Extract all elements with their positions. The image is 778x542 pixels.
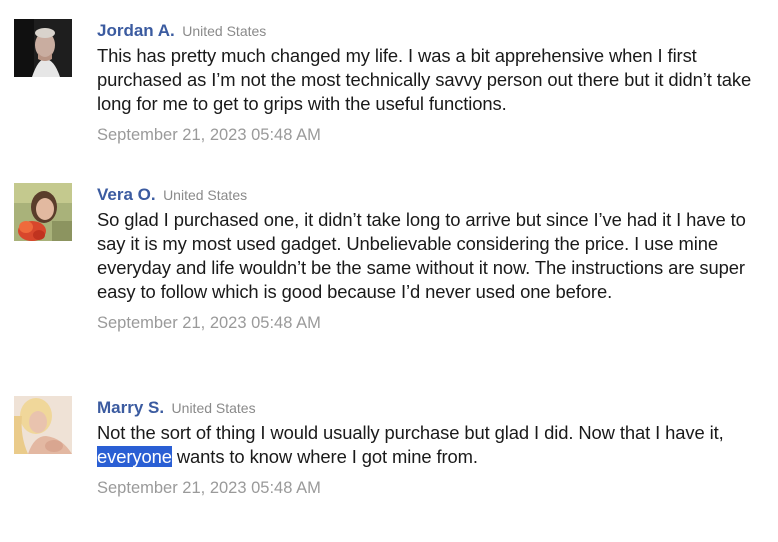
avatar-image <box>14 183 72 241</box>
reviewer-country: United States <box>163 187 248 203</box>
reviewer-country: United States <box>171 400 256 416</box>
review-text: This has pretty much changed my life. I … <box>97 45 752 114</box>
reviewer-name: Vera O. <box>97 185 156 204</box>
avatar-image <box>14 396 72 454</box>
review-text-after: wants to know where I got mine from. <box>171 446 478 467</box>
review-date: September 21, 2023 05:48 AM <box>97 314 321 332</box>
review-date: September 21, 2023 05:48 AM <box>97 126 321 144</box>
review-text: So glad I purchased one, it didn’t take … <box>97 209 746 302</box>
avatar <box>14 183 72 241</box>
reviewer-country: United States <box>182 23 267 39</box>
review-date: September 21, 2023 05:48 AM <box>97 479 321 497</box>
reviewer-name: Marry S. <box>97 398 165 417</box>
review-text-before: Not the sort of thing I would usually pu… <box>97 422 724 443</box>
avatar <box>14 396 72 454</box>
reviewer-name: Jordan A. <box>97 21 175 40</box>
review-text: Not the sort of thing I would usually pu… <box>97 421 770 469</box>
avatar-image <box>14 19 72 77</box>
avatar <box>14 19 72 77</box>
selected-text[interactable]: everyone <box>97 446 172 467</box>
